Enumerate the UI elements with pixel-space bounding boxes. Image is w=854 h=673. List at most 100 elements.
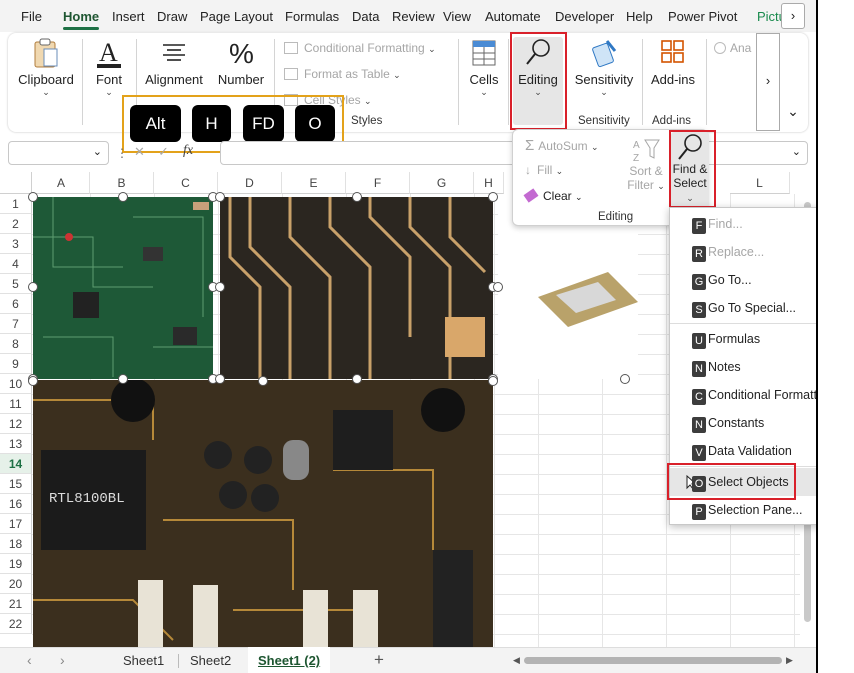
clipboard-button[interactable]: Clipboard ⌄ (16, 37, 76, 98)
divider (642, 39, 643, 125)
scroll-tabs-left-icon[interactable]: ‹ (27, 652, 32, 668)
resize-handle[interactable] (215, 282, 225, 292)
enter-icon[interactable]: ✓ (158, 144, 169, 160)
row-header-8[interactable]: 8 (0, 334, 32, 354)
scroll-tabs-right-icon[interactable]: › (60, 652, 65, 668)
resize-handle[interactable] (118, 192, 128, 202)
ribbon-collapse-button[interactable]: ⌄ (782, 103, 804, 125)
tab-automate[interactable]: Automate (485, 9, 541, 24)
sort-filter-button[interactable]: AZ Sort & Filter ⌄ (625, 136, 667, 192)
column-header-b[interactable]: B (90, 172, 154, 194)
column-header-e[interactable]: E (282, 172, 346, 194)
tab-home[interactable]: Home (63, 9, 100, 30)
cells-button[interactable]: Cells ⌄ (464, 37, 504, 98)
row-header-16[interactable]: 16 (0, 494, 32, 514)
row-header-5[interactable]: 5 (0, 274, 32, 294)
tab-formulas[interactable]: Formulas (285, 9, 339, 24)
tab-data[interactable]: Data (352, 9, 379, 24)
horizontal-scroll-thumb[interactable] (524, 657, 782, 664)
column-header-g[interactable]: G (410, 172, 474, 194)
sheet-tab-sheet2[interactable]: Sheet2 (190, 653, 231, 668)
row-header-7[interactable]: 7 (0, 314, 32, 334)
resize-handle[interactable] (620, 374, 630, 384)
row-header-15[interactable]: 15 (0, 474, 32, 494)
menu-item-label: Conditional Formatting (708, 388, 834, 402)
row-header-9[interactable]: 9 (0, 354, 32, 374)
resize-handle[interactable] (28, 192, 38, 202)
tab-review[interactable]: Review (392, 9, 435, 24)
column-header-h[interactable]: H (474, 172, 504, 194)
column-header-l[interactable]: L (730, 172, 790, 194)
tab-view[interactable]: View (443, 9, 471, 24)
row-header-21[interactable]: 21 (0, 594, 32, 614)
clear-button[interactable]: Clear ⌄ (523, 188, 583, 203)
addins-button[interactable]: Add-ins (648, 37, 698, 87)
add-sheet-button[interactable]: + (374, 650, 384, 670)
menu-item-label: Constants (708, 416, 765, 430)
keytip-u: U (692, 333, 706, 349)
tab-insert[interactable]: Insert (112, 9, 145, 24)
tab-draw[interactable]: Draw (157, 9, 187, 24)
row-header-13[interactable]: 13 (0, 434, 32, 454)
picture-gold-traces[interactable] (220, 197, 493, 379)
analyze-button[interactable]: Ana (714, 41, 751, 55)
autosum-button[interactable]: Σ AutoSum ⌄ (525, 137, 599, 154)
row-header-14[interactable]: 14 (0, 454, 32, 474)
svg-text:Z: Z (633, 153, 639, 164)
conditional-formatting-button[interactable]: Conditional Formatting ⌄ (284, 41, 436, 55)
resize-handle[interactable] (118, 374, 128, 384)
resize-handle[interactable] (215, 192, 225, 202)
column-header-a[interactable]: A (33, 172, 90, 194)
row-header-2[interactable]: 2 (0, 214, 32, 234)
number-button[interactable]: % Number (214, 37, 268, 87)
tab-file[interactable]: File (21, 9, 42, 24)
clear-label: Clear (543, 189, 572, 203)
resize-handle[interactable] (28, 376, 38, 386)
scroll-left-icon[interactable]: ◀ (513, 655, 520, 666)
analyze-icon (714, 42, 726, 54)
tab-developer[interactable]: Developer (555, 9, 614, 24)
column-header-c[interactable]: C (154, 172, 218, 194)
row-header-20[interactable]: 20 (0, 574, 32, 594)
resize-handle[interactable] (258, 376, 268, 386)
row-header-3[interactable]: 3 (0, 234, 32, 254)
percent-icon: % (229, 38, 254, 69)
row-header-6[interactable]: 6 (0, 294, 32, 314)
resize-handle[interactable] (493, 282, 503, 292)
ribbon-scroll-right-button[interactable]: › (756, 33, 780, 131)
row-header-18[interactable]: 18 (0, 534, 32, 554)
tab-page-layout[interactable]: Page Layout (200, 9, 273, 24)
picture-motherboard[interactable]: RTL8100BL (33, 380, 493, 647)
picture-green-circuit-board[interactable] (33, 197, 213, 379)
name-box[interactable]: ⌄ (8, 141, 109, 165)
fill-down-icon: ↓ (525, 163, 531, 177)
resize-handle[interactable] (488, 192, 498, 202)
format-as-table-button[interactable]: Format as Table ⌄ (284, 67, 401, 81)
insert-function-button[interactable]: fx (183, 143, 193, 159)
sensitivity-button[interactable]: Sensitivity ⌄ (572, 37, 636, 98)
select-all-corner[interactable] (0, 172, 32, 194)
row-header-4[interactable]: 4 (0, 254, 32, 274)
resize-handle[interactable] (352, 192, 362, 202)
row-header-12[interactable]: 12 (0, 414, 32, 434)
fill-button[interactable]: ↓ Fill ⌄ (525, 163, 563, 177)
tab-power-pivot[interactable]: Power Pivot (668, 9, 737, 24)
cancel-icon[interactable]: ✕ (134, 144, 145, 160)
row-header-19[interactable]: 19 (0, 554, 32, 574)
column-header-d[interactable]: D (218, 172, 282, 194)
resize-handle[interactable] (488, 376, 498, 386)
sheet-tab-sheet1-2[interactable]: Sheet1 (2) (258, 653, 320, 668)
row-header-17[interactable]: 17 (0, 514, 32, 534)
font-button[interactable]: A Font ⌄ (88, 37, 130, 98)
column-header-f[interactable]: F (346, 172, 410, 194)
tab-help[interactable]: Help (626, 9, 653, 24)
sheet-tab-sheet1[interactable]: Sheet1 (123, 653, 164, 668)
scroll-right-icon[interactable]: ▶ (786, 655, 793, 666)
resize-handle[interactable] (352, 374, 362, 384)
more-tabs-button[interactable]: › (781, 3, 805, 29)
resize-handle[interactable] (215, 374, 225, 384)
alignment-button[interactable]: Alignment (142, 37, 206, 87)
row-header-22[interactable]: 22 (0, 614, 32, 634)
row-header-11[interactable]: 11 (0, 394, 32, 414)
resize-handle[interactable] (28, 282, 38, 292)
